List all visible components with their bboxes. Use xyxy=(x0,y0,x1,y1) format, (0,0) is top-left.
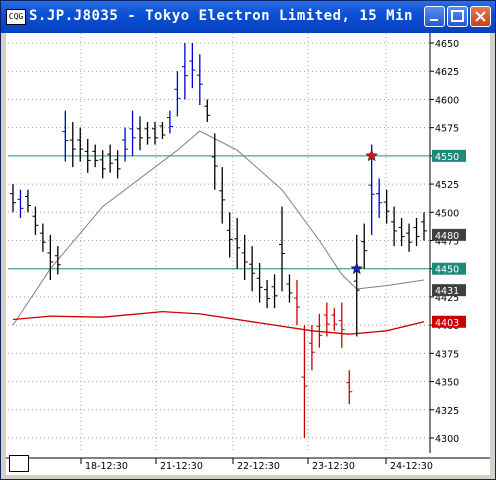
close-icon xyxy=(475,11,486,22)
chart-canvas[interactable]: 4300432543504375440044254450447545004525… xyxy=(6,33,490,475)
chart-window: CQG S.JP.J8035 - Tokyo Electron Limited,… xyxy=(0,0,496,480)
y-tick-label: 4650 xyxy=(435,39,459,50)
price-tag-label: 4450 xyxy=(435,265,459,276)
y-tick-label: 4375 xyxy=(435,349,459,360)
moving-average-fast xyxy=(12,130,425,326)
moving-average-slow xyxy=(12,310,425,335)
price-tag-label: 4550 xyxy=(435,152,459,163)
cqg-app-icon: CQG xyxy=(6,9,26,25)
window-title: S.JP.J8035 - Tokyo Electron Limited, 15 … xyxy=(29,8,413,24)
y-tick-label: 4625 xyxy=(435,67,459,78)
price-tag-label: 4403 xyxy=(435,318,459,329)
minimize-icon xyxy=(430,19,438,21)
y-tick-label: 4525 xyxy=(435,180,459,191)
x-tick-label: 24-12:30 xyxy=(390,461,433,472)
y-tick-label: 4575 xyxy=(435,124,459,135)
price-chart[interactable]: 4300432543504375440044254450447545004525… xyxy=(6,33,490,475)
y-tick-label: 4300 xyxy=(435,434,459,445)
price-tag-label: 4431 xyxy=(435,286,459,297)
x-tick-label: 22-12:30 xyxy=(237,461,280,472)
close-button[interactable] xyxy=(470,6,491,27)
y-tick-label: 4500 xyxy=(435,208,459,219)
minimize-button[interactable] xyxy=(424,6,445,27)
title-bar[interactable]: CQG S.JP.J8035 - Tokyo Electron Limited,… xyxy=(1,1,495,33)
y-tick-label: 4600 xyxy=(435,95,459,106)
x-tick-label: 18-12:30 xyxy=(85,461,128,472)
maximize-icon xyxy=(451,10,464,22)
x-tick-label: 21-12:30 xyxy=(160,461,203,472)
maximize-button[interactable] xyxy=(447,6,468,27)
price-tag-label: 4480 xyxy=(435,231,459,242)
x-tick-label: 23-12:30 xyxy=(312,461,355,472)
y-tick-label: 4350 xyxy=(435,378,459,389)
y-tick-label: 4325 xyxy=(435,406,459,417)
chart-corner-box[interactable] xyxy=(9,455,29,472)
